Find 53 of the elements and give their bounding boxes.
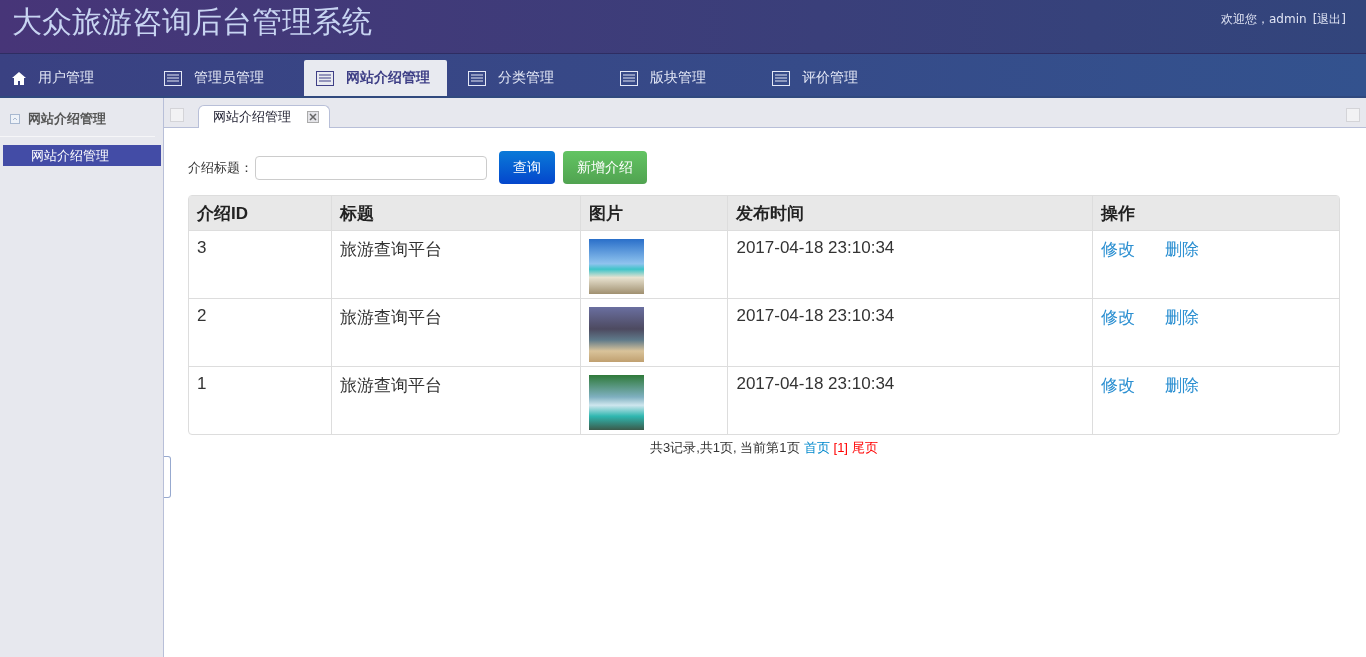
nav-tab[interactable]: 用户管理 [0,60,152,96]
pager-link[interactable]: 尾页 [852,440,878,455]
nav-tab[interactable]: 网站介绍管理 [304,60,447,96]
list-icon [468,70,486,86]
column-header: 操作 [1091,196,1339,230]
nav-tab[interactable]: 分类管理 [456,60,608,96]
column-header: 标题 [331,196,581,230]
logout-link[interactable]: [退出] [1312,11,1346,28]
search-field[interactable] [255,155,487,180]
table-cell: 2017-04-18 23:10:34 [727,366,1092,434]
query-button[interactable]: 查询 [499,151,555,184]
home-icon [12,71,26,85]
action-link[interactable]: 修改 [1100,376,1135,395]
app-title: 大众旅游咨询后台管理系统 [11,3,372,41]
column-header: 发布时间 [727,196,1092,230]
pager-link[interactable]: 首页 [803,440,830,455]
table-cell: 2017-04-18 23:10:34 [727,230,1092,298]
close-icon[interactable] [307,111,319,123]
collapse-handle[interactable] [164,456,171,498]
table-cell: 旅游查询平台 [331,230,581,298]
table-cell: 2017-04-18 23:10:34 [727,298,1092,366]
list-icon [164,70,182,86]
nav-tab[interactable]: 管理员管理 [152,60,304,96]
table-cell: 旅游查询平台 [331,298,581,366]
page-tab[interactable]: 网站介绍管理 [198,105,330,128]
action-link[interactable]: 删除 [1164,240,1199,259]
table-cell: 旅游查询平台 [331,366,581,434]
scroll-left-button[interactable] [170,108,184,122]
list-icon [772,70,790,86]
sidebar-item[interactable]: 网站介绍管理 [3,145,161,166]
action-link[interactable]: 修改 [1100,308,1135,327]
photo-placeholder [589,239,645,294]
photo-placeholder [589,375,645,430]
table-cell: 1 [189,366,332,434]
list-icon [620,70,638,86]
column-header: 介绍ID [189,196,332,230]
welcome-text: 欢迎您，admin [1221,11,1307,28]
scroll-right-button[interactable] [1346,108,1360,122]
nav-tab[interactable]: 评价管理 [760,60,912,96]
table-cell: 3 [189,230,332,298]
action-link[interactable]: 修改 [1100,240,1135,259]
pager-link[interactable]: [1] [833,440,848,455]
action-link[interactable]: 删除 [1164,376,1199,395]
collapse-icon[interactable] [10,114,20,124]
list-icon [316,70,334,86]
table-cell: 2 [189,298,332,366]
search-label: 介绍标题： [188,158,253,177]
column-header: 图片 [580,196,728,230]
action-link[interactable]: 删除 [1164,308,1199,327]
nav-tab[interactable]: 版块管理 [608,60,760,96]
pager-summary: 共3记录,共1页, 当前第1页 [650,440,800,455]
sidebar-title: 网站介绍管理 [28,110,106,128]
photo-placeholder [589,307,645,362]
